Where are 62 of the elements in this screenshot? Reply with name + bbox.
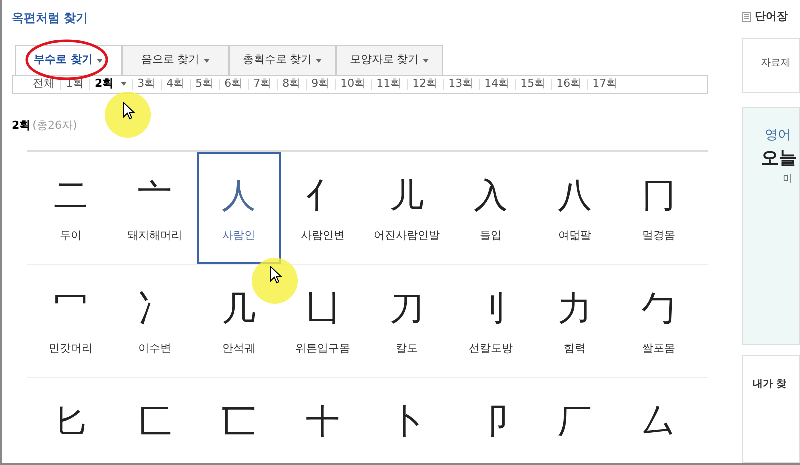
radical-item[interactable]: 儿 어진사람인발	[365, 152, 449, 264]
stroke-filter[interactable]: 전체	[33, 76, 55, 92]
radical-item[interactable]: 刀 칼도	[365, 265, 449, 377]
radical-item[interactable]: 勹 쌀포몸	[617, 265, 701, 377]
caret-icon	[316, 58, 322, 62]
stroke-filter[interactable]: 6획	[224, 76, 243, 92]
radical-item[interactable]: 厂	[533, 378, 617, 463]
promo-subtitle: 미	[783, 173, 794, 187]
radical-item[interactable]: 卜	[365, 378, 449, 463]
stroke-filter[interactable]: 3획	[138, 76, 156, 92]
result-count: (총26자)	[32, 118, 78, 134]
radical-item[interactable]: 冂 멀경몸	[617, 152, 701, 264]
radical-item[interactable]: 匚	[113, 378, 197, 463]
radical-item[interactable]: 二 두이	[29, 152, 113, 264]
page-title: 옥편처럼 찾기	[12, 10, 90, 27]
list-icon	[742, 12, 751, 22]
stroke-filter[interactable]: 12획	[412, 76, 438, 92]
radical-item[interactable]: 入 들입	[449, 152, 533, 264]
search-tab[interactable]: 음으로 찾기	[122, 45, 229, 76]
history-title: 내가 찾	[753, 378, 786, 390]
radical-item[interactable]: 力 힘력	[533, 265, 617, 377]
caret-icon	[120, 82, 127, 86]
radical-item[interactable]: 厶	[617, 378, 701, 463]
mouse-cursor-icon	[123, 102, 135, 120]
radical-item[interactable]: 几 안석궤	[197, 265, 281, 377]
stroke-filter[interactable]: 14획	[484, 76, 510, 92]
promo-label: 영어	[765, 126, 792, 144]
stroke-filter[interactable]: 9획	[312, 76, 330, 92]
provider-label: 자료제	[761, 58, 791, 68]
radical-item[interactable]: 刂 선칼도방	[449, 265, 533, 377]
caret-icon	[96, 58, 103, 62]
search-tab[interactable]: 부수로 찾기	[15, 45, 122, 76]
radical-item[interactable]: 亠 돼지해머리	[113, 152, 197, 264]
promo-headline: 오늘	[761, 147, 798, 171]
radical-item[interactable]: 亻 사람인변	[281, 152, 365, 264]
stroke-filter[interactable]: 17획	[592, 76, 618, 92]
mouse-cursor-icon	[270, 266, 282, 284]
radical-item[interactable]: 人 사람인	[197, 152, 281, 264]
stroke-filter[interactable]: 7획	[254, 76, 272, 92]
result-heading: 2획	[12, 118, 31, 134]
stroke-filter[interactable]: 2획	[95, 76, 127, 92]
stroke-filter[interactable]: 10획	[340, 76, 366, 92]
radical-item[interactable]: 十	[281, 378, 365, 463]
stroke-filter[interactable]: 4획	[166, 76, 185, 92]
wordbook-title: 단어장	[755, 9, 788, 25]
stroke-filter[interactable]: 13획	[448, 76, 474, 92]
search-tab[interactable]: 총획수로 찾기	[229, 45, 336, 76]
radical-item[interactable]: 凵 위튼입구몸	[281, 265, 365, 377]
caret-icon	[423, 58, 430, 62]
radical-item[interactable]: 匸	[197, 378, 281, 463]
stroke-filter[interactable]: 8획	[282, 76, 301, 92]
radical-item[interactable]: 卩	[449, 378, 533, 463]
radical-item[interactable]: 匕	[29, 378, 113, 463]
caret-icon	[204, 58, 210, 62]
radical-item[interactable]: 八 여덟팔	[533, 152, 617, 264]
radical-item[interactable]: 冫 이수변	[113, 265, 197, 377]
stroke-filter[interactable]: 15획	[520, 76, 546, 92]
stroke-filter[interactable]: 16획	[556, 76, 582, 92]
search-tab[interactable]: 모양자로 찾기	[336, 45, 443, 76]
stroke-filter[interactable]: 5획	[196, 76, 214, 92]
stroke-filter[interactable]: 11획	[376, 76, 402, 92]
radical-item[interactable]: 冖 민갓머리	[29, 265, 113, 377]
